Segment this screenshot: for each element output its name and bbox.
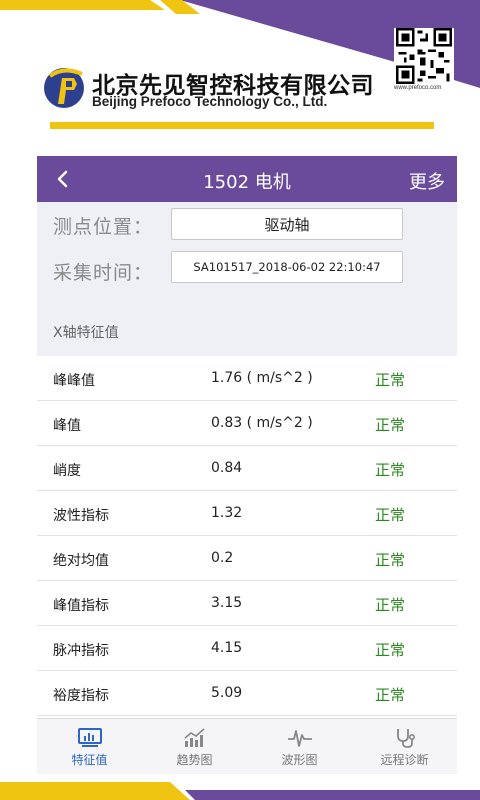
feature-name: 波性指标	[53, 508, 109, 524]
feature-value: 4.15	[211, 640, 243, 656]
website-url: www.prefoco.com	[394, 85, 442, 91]
list-item[interactable]: 峰峰值 1.76 ( m/s^2 ) 正常	[37, 356, 457, 401]
feature-value: 3.15	[211, 595, 243, 611]
trend-chart-icon	[183, 728, 205, 747]
position-label: 测点位置：	[53, 216, 154, 238]
status-badge: 正常	[375, 596, 406, 614]
feature-name: 峰值指标	[53, 598, 109, 614]
feature-name: 峰值	[53, 418, 81, 434]
time-label: 采集时间：	[53, 262, 154, 284]
feature-value: 0.2	[211, 550, 234, 566]
status-badge: 正常	[375, 416, 406, 434]
list-item[interactable]: 脉冲指标 4.15 正常	[37, 626, 457, 671]
feature-value: 5.09	[211, 685, 243, 701]
feature-name: 脉冲指标	[53, 643, 109, 659]
feature-value: 1.76 ( m/s^2 )	[211, 370, 313, 386]
prefoco-logo-icon	[44, 68, 84, 108]
section-title: X轴特征值	[53, 325, 119, 341]
list-item[interactable]: 波性指标 1.32 正常	[37, 491, 457, 536]
waveform-icon	[287, 730, 312, 747]
feature-list: 峰峰值 1.76 ( m/s^2 ) 正常 峰值 0.83 ( m/s^2 ) …	[37, 356, 457, 716]
more-button[interactable]: 更多	[409, 168, 445, 194]
navbar: 1502 电机 更多	[37, 156, 457, 202]
feature-value: 1.32	[211, 505, 243, 521]
feature-value: 0.84	[211, 460, 243, 476]
list-item[interactable]: 峭度 0.84 正常	[37, 446, 457, 491]
list-item[interactable]: 裕度指标 5.09 正常	[37, 671, 457, 716]
status-badge: 正常	[375, 551, 406, 569]
bottom-decoration	[0, 782, 480, 800]
list-item[interactable]: 峰值 0.83 ( m/s^2 ) 正常	[37, 401, 457, 446]
status-badge: 正常	[375, 371, 406, 389]
feature-name: 绝对均值	[53, 553, 109, 569]
qr-code	[394, 28, 454, 84]
feature-monitor-icon	[77, 728, 102, 747]
time-field[interactable]: SA101517_2018-06-02 22:10:47	[171, 251, 403, 283]
status-badge: 正常	[375, 461, 406, 479]
status-badge: 正常	[375, 686, 406, 704]
stethoscope-icon	[396, 729, 415, 748]
feature-value: 0.83 ( m/s^2 )	[211, 415, 313, 431]
company-name-en: Beijing Prefoco Technology Co., Ltd.	[92, 94, 328, 109]
brand-underline	[50, 122, 434, 129]
feature-name: 峭度	[53, 463, 81, 479]
app-screen: 1502 电机 更多 测点位置： 驱动轴 采集时间： SA101517_2018…	[37, 156, 457, 774]
feature-name: 裕度指标	[53, 688, 109, 704]
status-badge: 正常	[375, 641, 406, 659]
list-item[interactable]: 峰值指标 3.15 正常	[37, 581, 457, 626]
list-item[interactable]: 绝对均值 0.2 正常	[37, 536, 457, 581]
status-badge: 正常	[375, 506, 406, 524]
feature-name: 峰峰值	[53, 373, 95, 389]
info-panel: 测点位置： 驱动轴 采集时间： SA101517_2018-06-02 22:1…	[37, 202, 457, 356]
page-title: 1502 电机	[203, 172, 291, 193]
position-field[interactable]: 驱动轴	[171, 208, 403, 240]
